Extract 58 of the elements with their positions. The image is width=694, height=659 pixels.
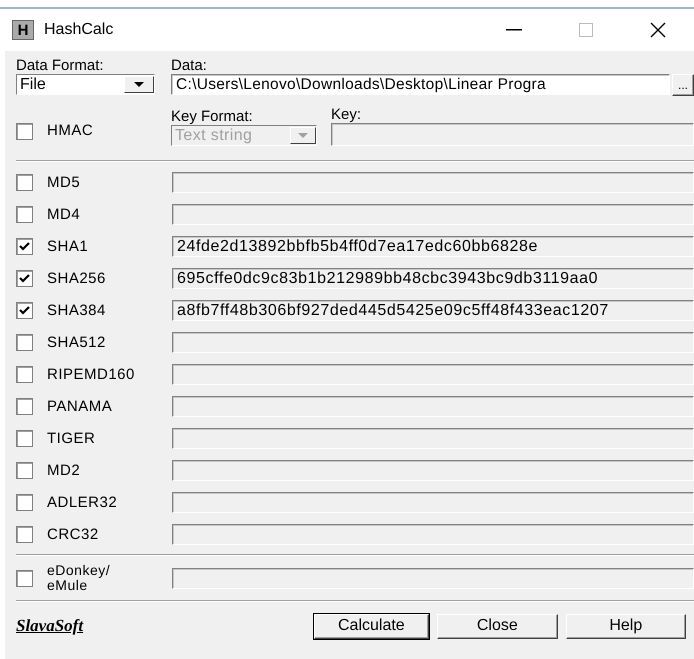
checkbox-label: SHA384 — [47, 302, 107, 318]
checkbox-label: HMAC — [47, 123, 94, 139]
window-title: HashCalc — [44, 21, 114, 39]
checkbox[interactable] — [16, 302, 33, 318]
minimize-icon[interactable] — [506, 29, 522, 31]
dropdown-arrow-icon — [134, 82, 144, 87]
checkbox-label: SHA512 — [47, 334, 107, 350]
field-label: Data Format: — [16, 58, 105, 74]
close-icon[interactable] — [650, 22, 666, 38]
calculate-button[interactable]: Calculate — [314, 614, 430, 638]
data-field[interactable]: C:\Users\Lenovo\Downloads\Desktop\Linear Progra — [171, 74, 670, 95]
hash-field[interactable] — [172, 460, 694, 480]
browse-button[interactable]: ... — [672, 74, 694, 96]
hash-field[interactable] — [172, 492, 694, 512]
hash-field[interactable] — [172, 364, 694, 384]
hash-field[interactable] — [172, 428, 694, 448]
hash-field[interactable] — [172, 524, 694, 544]
checkbox[interactable] — [16, 430, 33, 446]
hash-field[interactable]: a8fb7ff48b306bf927ded445d5425e09c5ff48f433eac1207 — [172, 300, 694, 320]
data-format-dropdown[interactable]: File — [16, 74, 155, 95]
checkbox[interactable] — [16, 570, 33, 586]
checkbox-label: SHA1 — [47, 238, 90, 254]
hash-field[interactable]: 24fde2d13892bbfb5b4ff0d7ea17edc60bb6828e — [172, 236, 694, 256]
hash-field[interactable] — [172, 396, 694, 416]
checkbox-label: MD2 — [47, 462, 82, 478]
checkbox-label: PANAMA — [47, 398, 114, 414]
checkbox[interactable] — [16, 238, 33, 254]
checkbox[interactable] — [16, 174, 33, 190]
checkbox[interactable] — [16, 334, 33, 350]
close-button[interactable]: Close — [437, 614, 558, 638]
checkbox-label: MD5 — [47, 174, 82, 190]
hash-field[interactable] — [172, 204, 694, 224]
field-label: Key Format: — [171, 109, 254, 125]
checkbox[interactable] — [16, 526, 33, 542]
checkbox[interactable] — [16, 206, 33, 222]
checkbox-label: eDonkey/ eMule — [47, 563, 112, 593]
checkbox-label: SHA256 — [47, 270, 107, 286]
hash-field[interactable]: 695cffe0dc9c83b1b212989bb48cbc3943bc9db3119aa0 — [172, 268, 694, 288]
checkbox-label: RIPEMD160 — [47, 366, 136, 382]
checkbox[interactable] — [16, 366, 33, 382]
checkbox[interactable] — [16, 270, 33, 286]
checkbox-label: ADLER32 — [47, 494, 118, 510]
checkbox[interactable] — [16, 494, 33, 510]
checkbox-label: MD4 — [47, 206, 82, 222]
checkbox-label: CRC32 — [47, 526, 100, 542]
checkbox[interactable] — [16, 398, 33, 414]
help-button[interactable]: Help — [566, 614, 686, 638]
brand-logo: SlavaSoft — [16, 616, 84, 636]
app-icon: H — [12, 20, 34, 40]
field-label: Data: — [171, 58, 208, 74]
checkbox[interactable] — [16, 122, 33, 140]
hash-field[interactable] — [172, 172, 694, 192]
hash-field[interactable] — [172, 332, 694, 352]
field-label: Key: — [331, 107, 362, 123]
hash-field[interactable] — [172, 568, 694, 588]
checkbox-label: TIGER — [47, 430, 96, 446]
checkbox[interactable] — [16, 462, 33, 478]
dropdown-arrow-icon — [298, 133, 308, 138]
